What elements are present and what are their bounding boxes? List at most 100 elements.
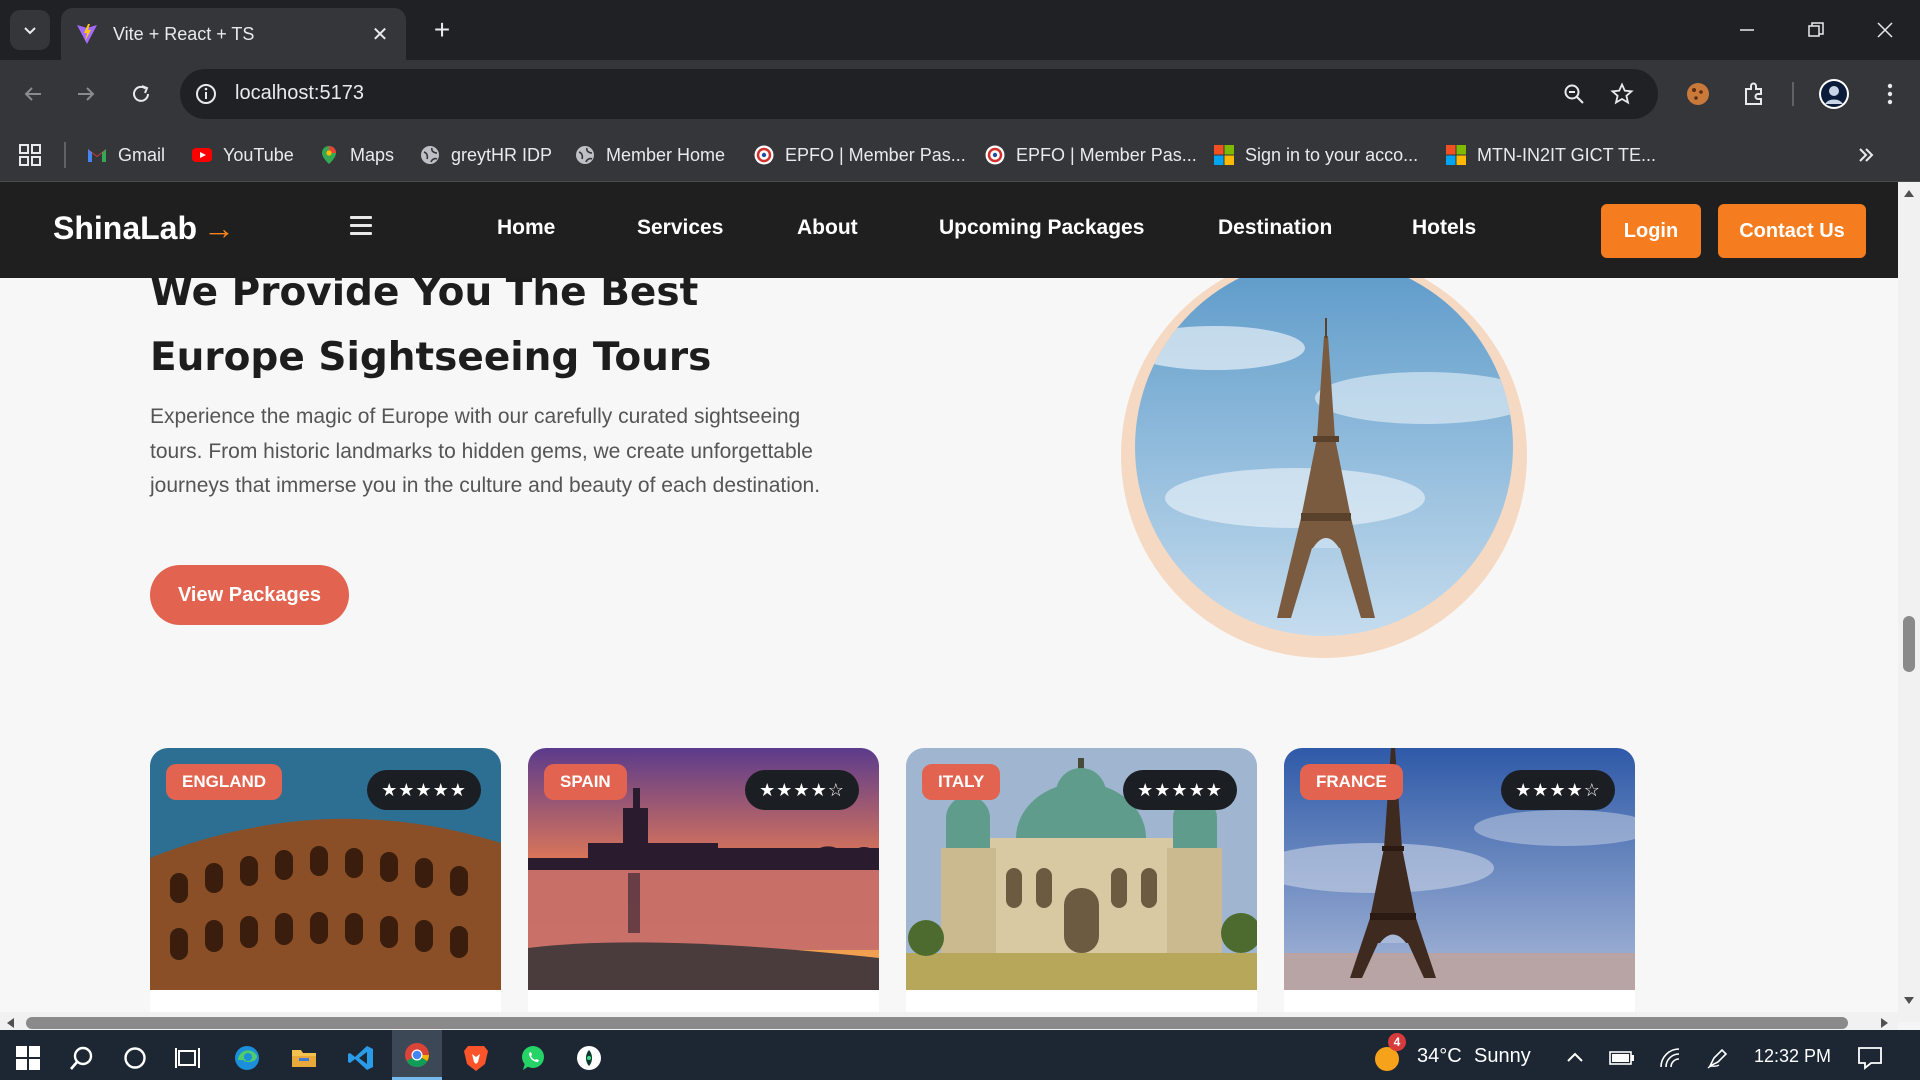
vertical-scroll-thumb[interactable]: [1903, 616, 1915, 672]
vertical-scrollbar[interactable]: [1898, 182, 1920, 1022]
hero-description: Experience the magic of Europe with our …: [150, 405, 821, 497]
vscode-app[interactable]: [341, 1038, 381, 1078]
bookmark-gmail[interactable]: Gmail: [86, 141, 165, 169]
horizontal-scroll-thumb[interactable]: [26, 1017, 1848, 1029]
restore-button[interactable]: [1793, 10, 1839, 50]
gmail-icon: [88, 149, 106, 162]
url-text: localhost:5173: [235, 82, 364, 104]
new-tab-button[interactable]: +: [425, 14, 459, 48]
clock-time[interactable]: 12:32 PM: [1754, 1046, 1831, 1067]
bookmark-star-icon[interactable]: [1610, 82, 1634, 106]
rating-stars: ★★★★☆: [745, 770, 859, 810]
reload-button[interactable]: [121, 74, 161, 114]
apps-grid-icon[interactable]: [18, 143, 42, 167]
notification-center-button[interactable]: [1850, 1038, 1890, 1078]
task-view-button[interactable]: [168, 1038, 208, 1078]
browser-tab[interactable]: Vite + React + TS ✕: [61, 8, 406, 60]
scroll-left-icon[interactable]: [5, 1017, 15, 1029]
nav-hotels[interactable]: Hotels: [1412, 216, 1476, 240]
rating-stars: ★★★★★: [367, 770, 481, 810]
brave-app[interactable]: [456, 1038, 496, 1078]
bookmark-label: MTN-IN2IT GICT TE...: [1477, 144, 1657, 165]
site-info-icon[interactable]: [194, 82, 218, 106]
cortana-icon: [124, 1047, 146, 1069]
minimize-button[interactable]: [1724, 10, 1770, 50]
contact-us-button[interactable]: Contact Us: [1718, 204, 1866, 258]
more-menu-icon[interactable]: [1876, 80, 1904, 108]
compass-icon: [577, 1046, 601, 1070]
nav-upcoming-packages[interactable]: Upcoming Packages: [939, 216, 1144, 240]
notification-icon: [1858, 1047, 1882, 1070]
nav-home[interactable]: Home: [497, 216, 555, 240]
epfo-icon: [985, 145, 1005, 165]
start-button[interactable]: [8, 1038, 48, 1078]
destination-card[interactable]: FRANCE ★★★★☆: [1284, 748, 1635, 1022]
folder-icon: [292, 1050, 316, 1067]
destination-card[interactable]: ENGLAND ★★★★★: [150, 748, 501, 1022]
back-button[interactable]: [13, 74, 53, 114]
bookmark-epfo-1[interactable]: EPFO | Member Pas...: [753, 141, 966, 169]
destination-card[interactable]: SPAIN ★★★★☆: [528, 748, 879, 1022]
back-arrow-icon: [24, 87, 41, 101]
rating-stars: ★★★★☆: [1501, 770, 1615, 810]
close-tab-icon[interactable]: ✕: [368, 22, 392, 47]
bookmark-mtn[interactable]: MTN-IN2IT GICT TE...: [1445, 141, 1656, 169]
bookmark-member-home[interactable]: Member Home: [574, 141, 725, 169]
zoom-icon[interactable]: [1562, 82, 1586, 106]
file-explorer-app[interactable]: [284, 1038, 324, 1078]
bookmark-label: YouTube: [223, 144, 294, 165]
nav-destination[interactable]: Destination: [1218, 216, 1332, 240]
compass-app[interactable]: [569, 1038, 609, 1078]
epfo-icon: [754, 145, 774, 165]
youtube-icon: [192, 148, 212, 162]
brave-icon: [464, 1046, 488, 1071]
restore-icon: [1808, 22, 1824, 37]
microsoft-icon: [1446, 145, 1466, 165]
chrome-app-active[interactable]: [392, 1030, 442, 1080]
logo-arrow-icon: →: [203, 210, 236, 246]
weather-badge: 4: [1388, 1033, 1406, 1051]
bookmark-label: EPFO | Member Pas...: [1016, 144, 1197, 165]
nav-about[interactable]: About: [797, 216, 858, 240]
network-indicator[interactable]: [1650, 1038, 1690, 1078]
destination-card[interactable]: ITALY ★★★★★: [906, 748, 1257, 1022]
bookmark-epfo-2[interactable]: EPFO | Member Pas...: [984, 141, 1197, 169]
bookmark-youtube[interactable]: YouTube: [191, 141, 294, 169]
windows-logo-icon: [16, 1046, 40, 1070]
scroll-right-icon[interactable]: [1880, 1017, 1890, 1029]
cookie-extension-icon[interactable]: [1684, 80, 1712, 108]
tab-search-button[interactable]: [10, 10, 50, 50]
edge-app[interactable]: [227, 1038, 267, 1078]
battery-indicator[interactable]: [1602, 1038, 1642, 1078]
bookmark-maps[interactable]: Maps: [318, 141, 394, 169]
search-button[interactable]: [62, 1038, 102, 1078]
bookmark-label: EPFO | Member Pas...: [785, 144, 966, 165]
scroll-up-icon[interactable]: [1903, 188, 1915, 198]
pen-indicator[interactable]: [1698, 1038, 1738, 1078]
address-bar[interactable]: localhost:5173: [180, 69, 1658, 119]
forward-button[interactable]: [66, 74, 106, 114]
close-window-button[interactable]: [1862, 10, 1908, 50]
view-packages-button[interactable]: View Packages: [150, 565, 349, 625]
scroll-down-icon[interactable]: [1903, 996, 1915, 1006]
nav-services[interactable]: Services: [637, 216, 723, 240]
microsoft-icon: [1214, 145, 1234, 165]
windows-taskbar: 4 34°C Sunny 12:32 PM: [0, 1030, 1920, 1080]
bookmark-sign-in[interactable]: Sign in to your acco...: [1213, 141, 1418, 169]
browser-toolbar: localhost:5173: [0, 60, 1920, 128]
whatsapp-icon: [522, 1046, 544, 1070]
login-button[interactable]: Login: [1601, 204, 1701, 258]
temperature-text: 34°C: [1417, 1045, 1462, 1067]
weather-text: Sunny: [1474, 1045, 1531, 1067]
battery-icon: [1609, 1051, 1634, 1065]
show-hidden-icons-button[interactable]: [1555, 1038, 1595, 1078]
more-bookmarks-icon[interactable]: [1855, 144, 1877, 166]
cortana-button[interactable]: [115, 1038, 155, 1078]
bookmark-greythr[interactable]: greytHR IDP: [419, 141, 552, 169]
profile-avatar-icon[interactable]: [1818, 78, 1850, 110]
task-view-icon: [175, 1048, 200, 1068]
whatsapp-app[interactable]: [513, 1038, 553, 1078]
site-logo[interactable]: ShinaLab →: [53, 210, 235, 247]
extensions-puzzle-icon[interactable]: [1740, 80, 1768, 108]
hamburger-menu-icon[interactable]: [350, 216, 372, 240]
